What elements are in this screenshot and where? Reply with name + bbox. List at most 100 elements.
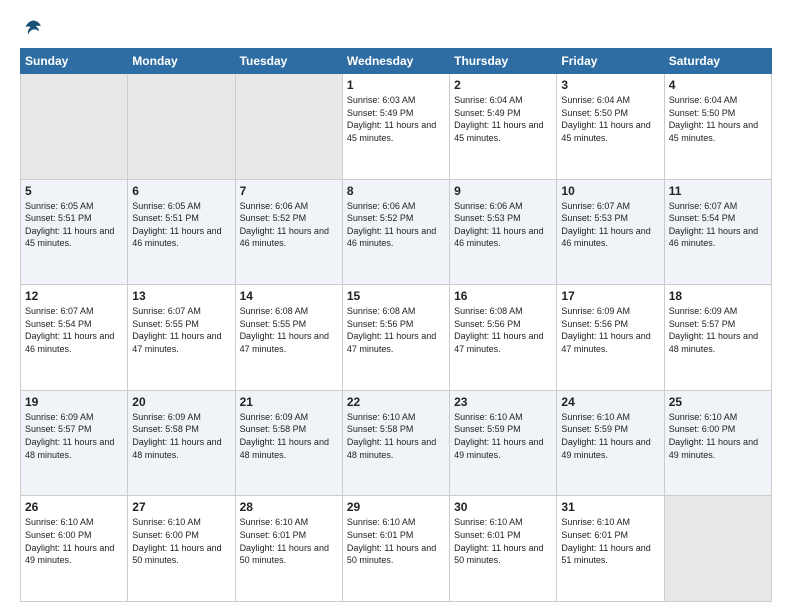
day-number: 15 (347, 289, 445, 303)
daylight-label: Daylight: 11 hours and 45 minutes. (669, 120, 758, 143)
sunset-label: Sunset: 5:59 PM (454, 424, 521, 434)
sunrise-label: Sunrise: 6:10 AM (454, 517, 523, 527)
day-cell: 10 Sunrise: 6:07 AM Sunset: 5:53 PM Dayl… (557, 179, 664, 285)
daylight-label: Daylight: 11 hours and 48 minutes. (132, 437, 221, 460)
day-cell: 24 Sunrise: 6:10 AM Sunset: 5:59 PM Dayl… (557, 390, 664, 496)
day-info: Sunrise: 6:09 AM Sunset: 5:56 PM Dayligh… (561, 305, 659, 355)
sunrise-label: Sunrise: 6:10 AM (454, 412, 523, 422)
sunrise-label: Sunrise: 6:03 AM (347, 95, 416, 105)
day-info: Sunrise: 6:05 AM Sunset: 5:51 PM Dayligh… (25, 200, 123, 250)
weekday-sunday: Sunday (21, 49, 128, 74)
day-cell: 15 Sunrise: 6:08 AM Sunset: 5:56 PM Dayl… (342, 285, 449, 391)
sunrise-label: Sunrise: 6:10 AM (347, 517, 416, 527)
sunrise-label: Sunrise: 6:05 AM (25, 201, 94, 211)
daylight-label: Daylight: 11 hours and 50 minutes. (347, 543, 436, 566)
day-info: Sunrise: 6:10 AM Sunset: 5:59 PM Dayligh… (561, 411, 659, 461)
day-number: 3 (561, 78, 659, 92)
sunrise-label: Sunrise: 6:07 AM (561, 201, 630, 211)
day-cell: 5 Sunrise: 6:05 AM Sunset: 5:51 PM Dayli… (21, 179, 128, 285)
sunrise-label: Sunrise: 6:10 AM (132, 517, 201, 527)
header (20, 18, 772, 38)
day-number: 18 (669, 289, 767, 303)
weekday-header-row: SundayMondayTuesdayWednesdayThursdayFrid… (21, 49, 772, 74)
sunrise-label: Sunrise: 6:09 AM (240, 412, 309, 422)
day-number: 1 (347, 78, 445, 92)
day-number: 13 (132, 289, 230, 303)
sunset-label: Sunset: 5:56 PM (454, 319, 521, 329)
sunrise-label: Sunrise: 6:07 AM (25, 306, 94, 316)
sunset-label: Sunset: 5:57 PM (25, 424, 92, 434)
day-cell: 26 Sunrise: 6:10 AM Sunset: 6:00 PM Dayl… (21, 496, 128, 602)
day-cell: 1 Sunrise: 6:03 AM Sunset: 5:49 PM Dayli… (342, 74, 449, 180)
calendar-table: SundayMondayTuesdayWednesdayThursdayFrid… (20, 48, 772, 602)
sunrise-label: Sunrise: 6:07 AM (669, 201, 738, 211)
day-cell: 30 Sunrise: 6:10 AM Sunset: 6:01 PM Dayl… (450, 496, 557, 602)
weekday-monday: Monday (128, 49, 235, 74)
week-row-4: 19 Sunrise: 6:09 AM Sunset: 5:57 PM Dayl… (21, 390, 772, 496)
sunrise-label: Sunrise: 6:10 AM (347, 412, 416, 422)
day-info: Sunrise: 6:07 AM Sunset: 5:54 PM Dayligh… (669, 200, 767, 250)
sunrise-label: Sunrise: 6:06 AM (454, 201, 523, 211)
day-number: 17 (561, 289, 659, 303)
sunset-label: Sunset: 6:01 PM (454, 530, 521, 540)
day-info: Sunrise: 6:08 AM Sunset: 5:56 PM Dayligh… (454, 305, 552, 355)
day-info: Sunrise: 6:08 AM Sunset: 5:55 PM Dayligh… (240, 305, 338, 355)
week-row-5: 26 Sunrise: 6:10 AM Sunset: 6:00 PM Dayl… (21, 496, 772, 602)
sunset-label: Sunset: 6:01 PM (347, 530, 414, 540)
sunset-label: Sunset: 5:55 PM (132, 319, 199, 329)
day-cell: 12 Sunrise: 6:07 AM Sunset: 5:54 PM Dayl… (21, 285, 128, 391)
day-info: Sunrise: 6:07 AM Sunset: 5:55 PM Dayligh… (132, 305, 230, 355)
sunset-label: Sunset: 5:49 PM (347, 108, 414, 118)
sunrise-label: Sunrise: 6:04 AM (561, 95, 630, 105)
weekday-saturday: Saturday (664, 49, 771, 74)
day-info: Sunrise: 6:05 AM Sunset: 5:51 PM Dayligh… (132, 200, 230, 250)
day-cell: 23 Sunrise: 6:10 AM Sunset: 5:59 PM Dayl… (450, 390, 557, 496)
daylight-label: Daylight: 11 hours and 49 minutes. (454, 437, 543, 460)
day-cell: 2 Sunrise: 6:04 AM Sunset: 5:49 PM Dayli… (450, 74, 557, 180)
day-cell: 18 Sunrise: 6:09 AM Sunset: 5:57 PM Dayl… (664, 285, 771, 391)
daylight-label: Daylight: 11 hours and 45 minutes. (347, 120, 436, 143)
day-cell: 17 Sunrise: 6:09 AM Sunset: 5:56 PM Dayl… (557, 285, 664, 391)
daylight-label: Daylight: 11 hours and 46 minutes. (132, 226, 221, 249)
day-cell (21, 74, 128, 180)
sunset-label: Sunset: 6:01 PM (561, 530, 628, 540)
daylight-label: Daylight: 11 hours and 46 minutes. (561, 226, 650, 249)
daylight-label: Daylight: 11 hours and 47 minutes. (347, 331, 436, 354)
day-info: Sunrise: 6:07 AM Sunset: 5:54 PM Dayligh… (25, 305, 123, 355)
day-cell: 6 Sunrise: 6:05 AM Sunset: 5:51 PM Dayli… (128, 179, 235, 285)
day-cell: 27 Sunrise: 6:10 AM Sunset: 6:00 PM Dayl… (128, 496, 235, 602)
day-info: Sunrise: 6:09 AM Sunset: 5:57 PM Dayligh… (25, 411, 123, 461)
day-cell (664, 496, 771, 602)
sunrise-label: Sunrise: 6:08 AM (240, 306, 309, 316)
day-number: 4 (669, 78, 767, 92)
day-info: Sunrise: 6:09 AM Sunset: 5:57 PM Dayligh… (669, 305, 767, 355)
sunset-label: Sunset: 5:52 PM (347, 213, 414, 223)
sunset-label: Sunset: 5:59 PM (561, 424, 628, 434)
sunrise-label: Sunrise: 6:08 AM (347, 306, 416, 316)
sunset-label: Sunset: 5:52 PM (240, 213, 307, 223)
day-number: 27 (132, 500, 230, 514)
daylight-label: Daylight: 11 hours and 45 minutes. (561, 120, 650, 143)
sunrise-label: Sunrise: 6:09 AM (669, 306, 738, 316)
day-number: 28 (240, 500, 338, 514)
sunset-label: Sunset: 5:57 PM (669, 319, 736, 329)
week-row-1: 1 Sunrise: 6:03 AM Sunset: 5:49 PM Dayli… (21, 74, 772, 180)
daylight-label: Daylight: 11 hours and 47 minutes. (132, 331, 221, 354)
day-info: Sunrise: 6:10 AM Sunset: 5:59 PM Dayligh… (454, 411, 552, 461)
day-info: Sunrise: 6:03 AM Sunset: 5:49 PM Dayligh… (347, 94, 445, 144)
day-cell (128, 74, 235, 180)
daylight-label: Daylight: 11 hours and 47 minutes. (454, 331, 543, 354)
day-cell: 28 Sunrise: 6:10 AM Sunset: 6:01 PM Dayl… (235, 496, 342, 602)
day-info: Sunrise: 6:10 AM Sunset: 6:00 PM Dayligh… (669, 411, 767, 461)
daylight-label: Daylight: 11 hours and 45 minutes. (454, 120, 543, 143)
day-info: Sunrise: 6:04 AM Sunset: 5:50 PM Dayligh… (669, 94, 767, 144)
day-number: 16 (454, 289, 552, 303)
daylight-label: Daylight: 11 hours and 46 minutes. (669, 226, 758, 249)
weekday-tuesday: Tuesday (235, 49, 342, 74)
day-info: Sunrise: 6:10 AM Sunset: 6:01 PM Dayligh… (454, 516, 552, 566)
day-info: Sunrise: 6:09 AM Sunset: 5:58 PM Dayligh… (132, 411, 230, 461)
sunrise-label: Sunrise: 6:10 AM (25, 517, 94, 527)
weekday-wednesday: Wednesday (342, 49, 449, 74)
daylight-label: Daylight: 11 hours and 46 minutes. (25, 331, 114, 354)
sunset-label: Sunset: 5:49 PM (454, 108, 521, 118)
